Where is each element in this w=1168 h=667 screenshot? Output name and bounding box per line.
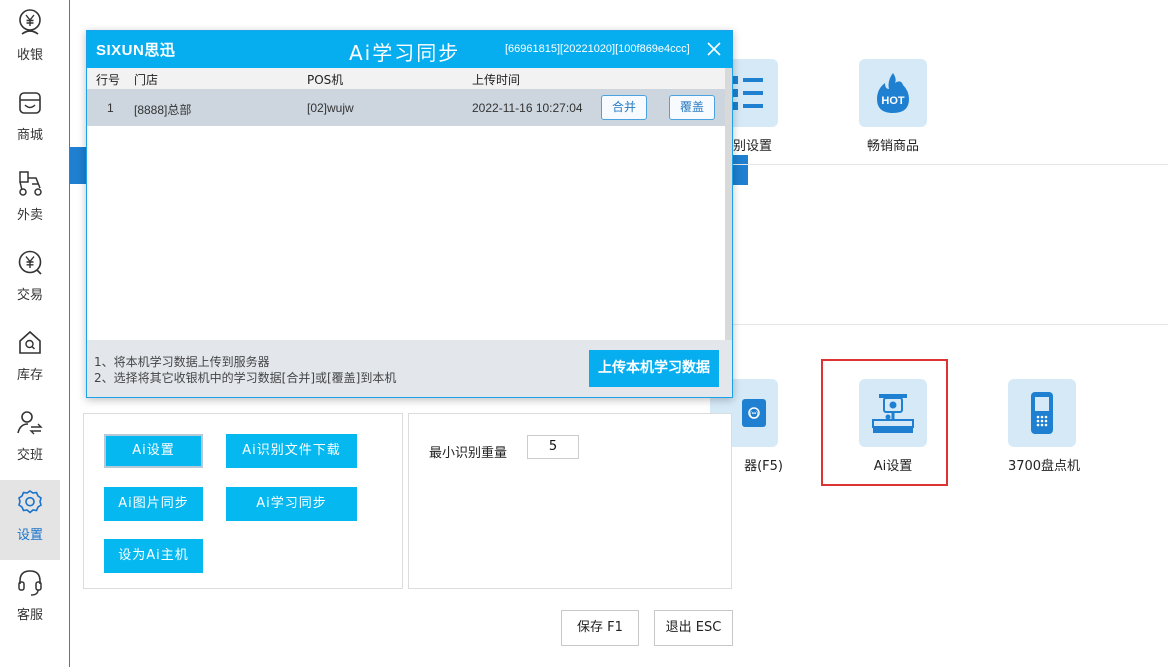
min-weight-label: 最小识别重量 [429, 446, 508, 461]
column-header: 门店 [134, 73, 159, 87]
dialog-body: 行号 门店 POS机 上传时间 1 [8888]总部 [02]wujw 2022… [87, 68, 732, 340]
sidebar-item-shop[interactable]: 商城 [0, 80, 60, 160]
divider [730, 164, 1168, 165]
svg-text:HOT: HOT [881, 95, 905, 107]
sidebar: 收银 商城 外卖 交易 库存 交班 设置 客服 [0, 0, 70, 667]
ai-buttons-panel: Ai设置 Ai识别文件下载 Ai图片同步 Ai学习同步 设为Ai主机 [83, 413, 403, 589]
app-window: 收银 商城 外卖 交易 库存 交班 设置 客服 别设置 HOT 畅销商品 (••… [0, 0, 1168, 667]
sidebar-item-label: 交班 [16, 448, 43, 463]
settings-gear-icon [18, 490, 42, 514]
sidebar-item-delivery[interactable]: 外卖 [0, 160, 60, 240]
inventory-house-icon [19, 330, 41, 354]
ai-params-panel: 最小识别重量 5 [408, 413, 732, 589]
min-weight-input[interactable]: 5 [527, 435, 579, 459]
dialog-title-bar: SIXUN思迅 Ai学习同步 [66961815][20221020][100f… [87, 31, 732, 68]
table-header: 行号 门店 POS机 上传时间 [87, 68, 725, 89]
sidebar-item-shift[interactable]: 交班 [0, 400, 60, 480]
hot-icon: HOT [877, 73, 909, 113]
transaction-yen-icon [18, 250, 42, 275]
ai-file-download-button[interactable]: Ai识别文件下载 [226, 434, 357, 468]
dialog-title: Ai学习同步 [349, 41, 461, 65]
ai-learn-sync-dialog: SIXUN思迅 Ai学习同步 [66961815][20221020][100f… [86, 30, 733, 398]
row-number: 1 [107, 101, 114, 115]
grid-tile-label: 畅销商品 [866, 139, 919, 154]
column-header: 上传时间 [472, 73, 521, 87]
handheld-device-icon [1031, 392, 1053, 434]
highlight-box [821, 359, 948, 486]
underlay-blue-strip-right [733, 155, 748, 185]
svg-text:(••): (••) [750, 412, 758, 418]
save-button[interactable]: 保存 F1 [561, 610, 639, 646]
sidebar-item-label: 库存 [16, 368, 43, 383]
sixun-logo: SIXUN思迅 [96, 42, 176, 59]
row-upload-time: 2022-11-16 10:27:04 [472, 101, 583, 115]
headset-icon [18, 570, 42, 596]
exit-button[interactable]: 退出 ESC [654, 610, 733, 646]
sidebar-item-label: 客服 [16, 608, 43, 623]
sidebar-item-support[interactable]: 客服 [0, 560, 60, 640]
table-row[interactable]: 1 [8888]总部 [02]wujw 2022-11-16 10:27:04 … [87, 89, 725, 126]
cashier-yen-icon [19, 9, 41, 35]
footer-note: 1、将本机学习数据上传到服务器 [94, 355, 270, 369]
sidebar-item-cashier[interactable]: 收银 [0, 0, 60, 80]
divider [730, 324, 1168, 325]
row-store: [8888]总部 [134, 103, 192, 117]
grid-tile-hot-products[interactable]: HOT [859, 59, 927, 127]
sidebar-item-label: 收银 [16, 48, 43, 63]
dialog-footer: 1、将本机学习数据上传到服务器 2、选择将其它收银机中的学习数据[合并]或[覆盖… [87, 340, 732, 397]
grid-tile-handheld[interactable] [1008, 379, 1076, 447]
column-header: POS机 [307, 73, 344, 87]
overwrite-button[interactable]: 覆盖 [669, 95, 715, 120]
column-header: 行号 [96, 73, 121, 87]
sync-table: 行号 门店 POS机 上传时间 1 [8888]总部 [02]wujw 2022… [87, 68, 725, 340]
close-icon[interactable] [704, 39, 724, 59]
shop-icon [19, 92, 41, 114]
sidebar-item-label: 交易 [16, 288, 43, 303]
footer-note: 2、选择将其它收银机中的学习数据[合并]或[覆盖]到本机 [94, 371, 397, 385]
sidebar-item-label: 商城 [16, 128, 43, 143]
ai-learn-sync-button[interactable]: Ai学习同步 [226, 487, 357, 521]
ai-settings-button[interactable]: Ai设置 [104, 434, 203, 468]
shift-handover-icon [17, 411, 43, 435]
dialog-meta: [66961815][20221020][100f869e4ccc] [505, 43, 690, 55]
delivery-scooter-icon [19, 171, 42, 196]
sidebar-item-settings[interactable]: 设置 [0, 480, 60, 560]
sidebar-item-transaction[interactable]: 交易 [0, 240, 60, 320]
sidebar-item-label: 外卖 [16, 208, 43, 223]
row-pos: [02]wujw [307, 101, 354, 115]
ai-image-sync-button[interactable]: Ai图片同步 [104, 487, 203, 521]
table-scrollbar[interactable] [725, 68, 732, 340]
merge-button[interactable]: 合并 [601, 95, 647, 120]
upload-learning-data-button[interactable]: 上传本机学习数据 [589, 350, 719, 387]
set-ai-host-button[interactable]: 设为Ai主机 [104, 539, 203, 573]
sidebar-item-label: 设置 [16, 528, 43, 543]
sidebar-item-inventory[interactable]: 库存 [0, 320, 60, 400]
grid-tile-label: 3700盘点机 [1007, 459, 1081, 474]
